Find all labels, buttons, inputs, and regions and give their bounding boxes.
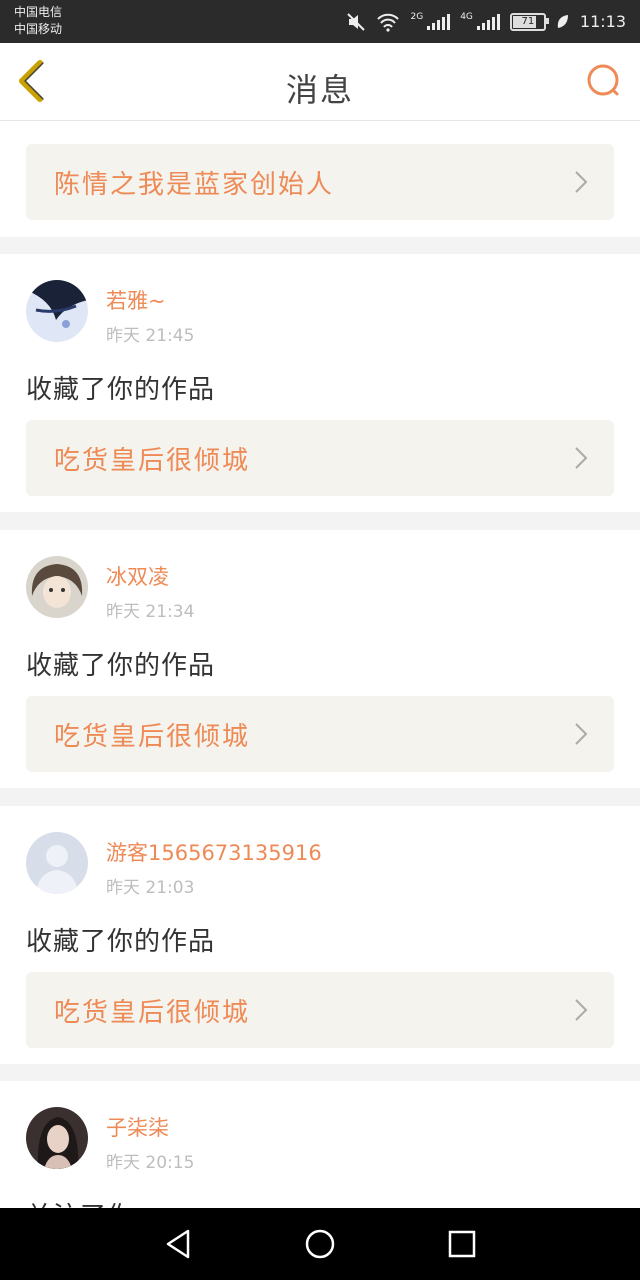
network-type-2: 4G	[460, 11, 473, 22]
battery-level: 71	[521, 16, 535, 27]
list-item: 子柒柒 昨天 20:15 关注了你	[0, 1081, 640, 1208]
leaf-icon	[557, 14, 568, 28]
work-title: 吃货皇后很倾城	[54, 722, 251, 752]
work-link[interactable]: 陈情之我是蓝家创始人	[26, 144, 614, 220]
chevron-right-icon	[575, 171, 588, 193]
list-item: 若雅~ 昨天 21:45 收藏了你的作品 吃货皇后很倾城	[0, 254, 640, 512]
system-nav-bar	[0, 1208, 640, 1280]
wifi-icon	[377, 13, 400, 32]
avatar[interactable]	[26, 1107, 88, 1169]
work-link[interactable]: 吃货皇后很倾城	[26, 420, 614, 496]
status-icons: 2G 4G 71 11:13	[346, 0, 626, 43]
work-link[interactable]: 吃货皇后很倾城	[26, 972, 614, 1048]
action-text: 关注了你	[26, 1196, 134, 1208]
action-text: 收藏了你的作品	[26, 651, 216, 681]
carrier-2: 中国移动	[14, 22, 63, 36]
avatar[interactable]	[26, 832, 88, 894]
clock: 11:13	[579, 12, 626, 31]
recents-square-icon[interactable]	[444, 1226, 480, 1262]
page-title: 消息	[285, 71, 354, 109]
carrier-info: 中国电信 中国移动	[14, 4, 62, 38]
work-title: 吃货皇后很倾城	[54, 446, 251, 476]
message-list[interactable]: 陈情之我是蓝家创始人 若雅~ 昨天 21:45 收藏了你的作品 吃货皇后很倾城	[0, 121, 640, 1208]
work-link[interactable]: 吃货皇后很倾城	[26, 696, 614, 772]
network-type-1: 2G	[410, 11, 424, 22]
work-title: 陈情之我是蓝家创始人	[54, 170, 335, 200]
timestamp: 昨天 20:15	[106, 1153, 195, 1173]
back-triangle-icon[interactable]	[160, 1226, 196, 1262]
username[interactable]: 冰双凌	[106, 561, 169, 591]
home-circle-icon[interactable]	[302, 1226, 338, 1262]
timestamp: 昨天 21:34	[106, 602, 195, 622]
avatar[interactable]	[26, 280, 88, 342]
chevron-right-icon	[575, 447, 588, 469]
list-item: 冰双凌 昨天 21:34 收藏了你的作品 吃货皇后很倾城	[0, 530, 640, 788]
search-icon	[587, 64, 619, 96]
timestamp: 昨天 21:45	[106, 326, 195, 346]
username[interactable]: 若雅~	[106, 285, 166, 315]
username[interactable]: 游客15656731359​16	[106, 837, 322, 867]
battery-icon: 71	[509, 12, 549, 31]
list-item: 游客15656731359​16 昨天 21:03 收藏了你的作品 吃货皇后很倾…	[0, 806, 640, 1064]
timestamp: 昨天 21:03	[106, 878, 195, 898]
chevron-right-icon	[575, 723, 588, 745]
header: 消息	[0, 43, 640, 121]
search-button[interactable]	[584, 61, 624, 101]
work-title: 吃货皇后很倾城	[54, 998, 251, 1028]
chevron-right-icon	[575, 999, 588, 1021]
list-item: 陈情之我是蓝家创始人	[0, 121, 640, 237]
signal-icon	[476, 13, 500, 30]
signal-icon	[427, 13, 451, 30]
status-bar: 中国电信 中国移动 2G 4G 71 11:13	[0, 0, 640, 43]
username[interactable]: 子柒柒	[106, 1112, 169, 1142]
carrier-1: 中国电信	[14, 5, 63, 19]
action-text: 收藏了你的作品	[26, 927, 216, 957]
action-text: 收藏了你的作品	[26, 375, 216, 405]
avatar[interactable]	[26, 556, 88, 618]
mute-icon	[347, 12, 366, 31]
